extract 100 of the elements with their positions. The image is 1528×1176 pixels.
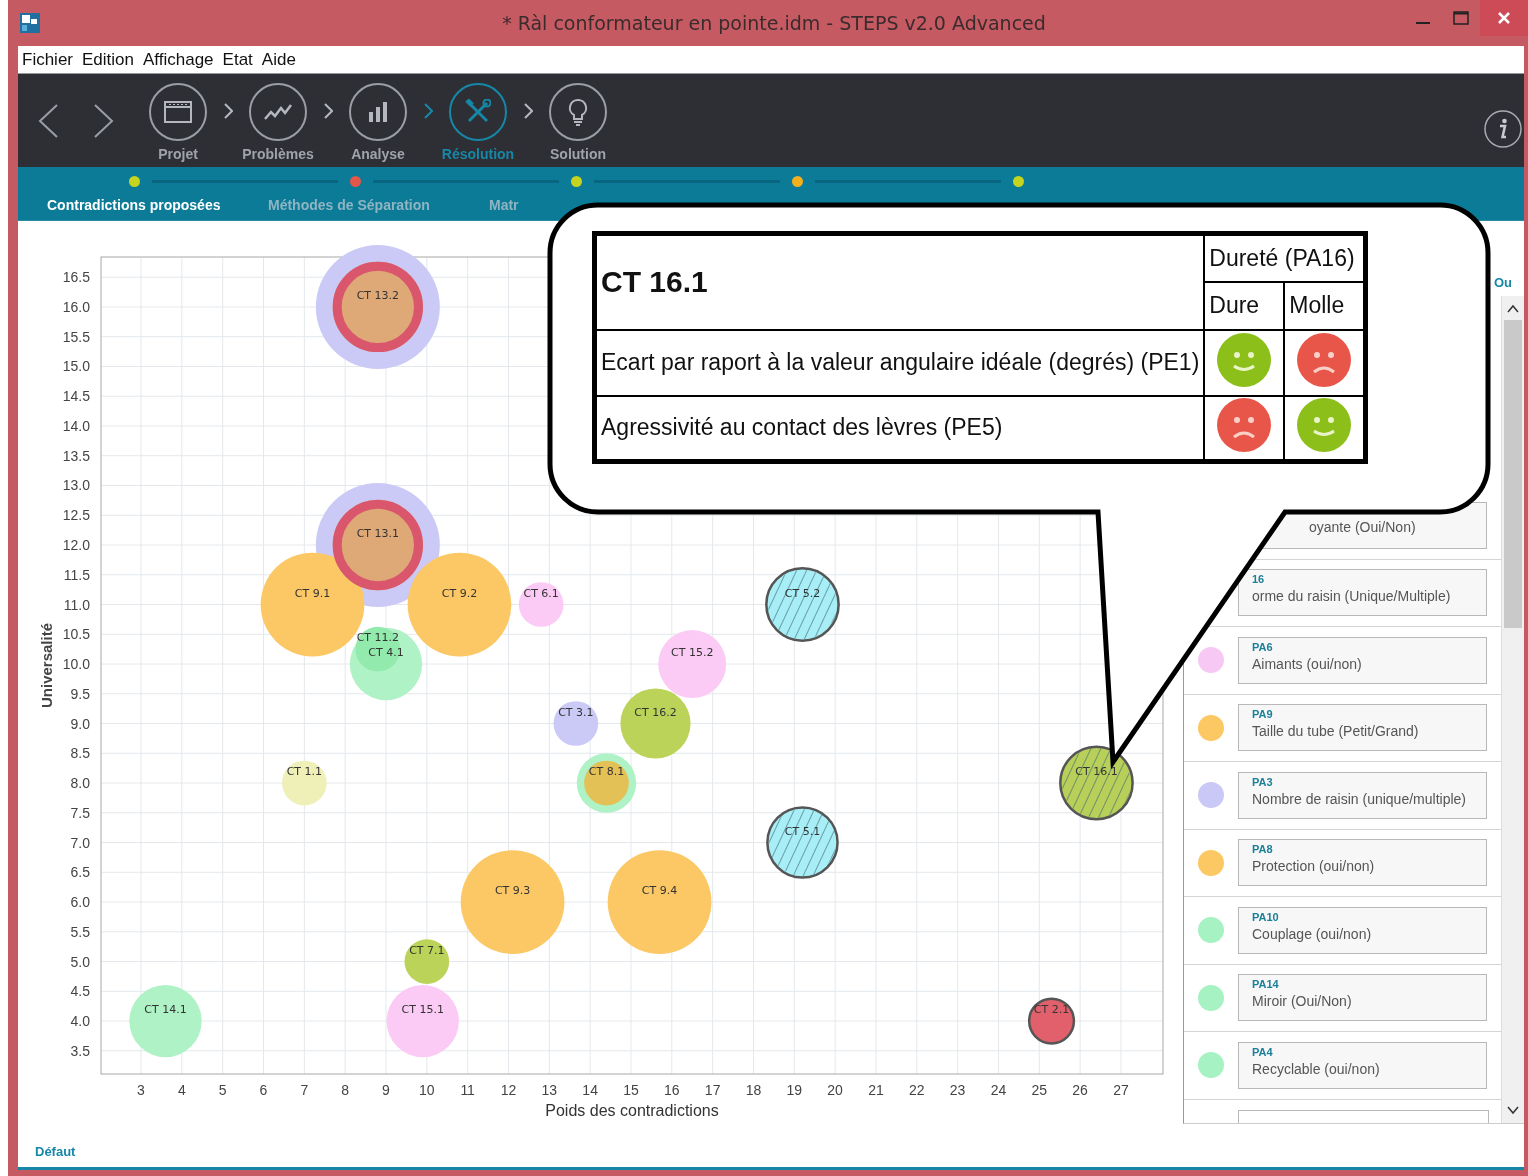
bubble[interactable] [1059,745,1134,821]
y-tick-label: 6.0 [70,893,90,910]
y-tick-label: 16.0 [62,298,90,315]
bubble-label: CT 1.1 [286,764,323,778]
x-tick-label: 17 [704,1081,721,1098]
bubble[interactable] [766,805,839,879]
bubble-label: CT 16.1 [1075,764,1118,778]
item-label: Miroir (Oui/Non) [1252,992,1353,1012]
step-label[interactable]: Projet [158,146,198,163]
x-tick-label: 12 [500,1081,517,1098]
bubble-label: CT 15.1 [401,1002,444,1016]
y-tick-label: 13.5 [62,447,90,464]
y-tick-label: 5.0 [70,953,90,970]
y-tick-label: 8.0 [70,774,90,791]
step-label[interactable]: Analyse [351,146,405,163]
list-item[interactable]: PA10 Couplage (oui/non) [1238,906,1487,954]
close-icon [1497,11,1511,25]
x-tick-label: 16 [664,1081,680,1098]
bubble-label: CT 4.1 [368,645,404,659]
y-tick-label: 15.0 [62,358,90,375]
y-tick-label: 16.5 [62,268,90,285]
item-label: Protection (oui/non) [1252,857,1376,877]
x-tick-label: 15 [623,1081,639,1098]
item-code: PA8 [1252,843,1274,857]
scrollbar[interactable] [1501,296,1524,1123]
maximize-icon [1453,10,1469,26]
step-button[interactable] [449,83,507,142]
y-tick-label: 12.5 [62,506,90,523]
y-tick-label: 14.5 [62,387,90,404]
info-icon[interactable] [1484,110,1522,149]
menu-item[interactable]: Affichage [143,49,214,70]
column-header: Ou [1493,275,1512,291]
y-tick-label: 6.5 [70,863,90,880]
x-axis-title: Poids des contradictions [545,1101,719,1119]
step-button[interactable] [349,83,407,142]
y-tick-label: 9.0 [70,715,90,732]
y-tick-label: 10.5 [62,625,90,642]
y-tick-label: 11.5 [63,566,90,583]
chevron-icon [423,103,433,120]
substep-tab[interactable]: Contradictions proposées [47,196,221,213]
bubble-label: CT 9.2 [441,586,478,600]
list-item[interactable]: PA3 Nombre de raisin (unique/multiple) [1238,771,1487,819]
item-code: PA14 [1252,978,1280,992]
list-item[interactable]: PA8 Protection (oui/non) [1238,839,1487,887]
x-tick-label: 22 [909,1081,925,1098]
step-button[interactable] [249,83,307,142]
back-icon[interactable] [37,103,59,140]
y-tick-label: 4.0 [70,1012,90,1029]
lightbulb-icon [568,98,588,127]
item-code: PA3 [1252,775,1274,789]
x-tick-label: 23 [949,1081,966,1098]
item-label: Recyclable (oui/non) [1252,1059,1381,1079]
bubble-label: CT 13.1 [356,526,400,540]
y-tick-label: 14.0 [62,417,90,434]
scroll-thumb[interactable] [1504,320,1522,629]
step-button[interactable] [149,83,207,142]
x-tick-label: 9 [382,1081,390,1098]
y-tick-label: 4.5 [70,982,90,999]
x-tick-label: 11 [460,1081,475,1098]
x-tick-label: 24 [990,1081,1007,1098]
line-chart-icon [264,103,292,122]
item-label: Nombre de raisin (unique/multiple) [1252,789,1467,809]
list-item[interactable]: PA4 Recyclable (oui/non) [1238,1041,1487,1089]
x-tick-label: 6 [259,1081,268,1098]
x-tick-label: 14 [582,1081,598,1098]
chevron-icon [323,103,333,120]
bubble[interactable] [355,626,401,672]
list-item[interactable]: PA14 Miroir (Oui/Non) [1238,974,1487,1022]
close-button[interactable] [1480,0,1528,36]
bubble-label: CT 9.4 [641,883,678,897]
step-button[interactable] [549,83,607,142]
y-tick-label: 15.5 [62,328,90,345]
menu-item[interactable]: Fichier [22,49,73,70]
x-tick-label: 3 [137,1081,145,1098]
x-tick-label: 19 [786,1081,803,1098]
item-label: Couplage (oui/non) [1252,924,1373,944]
window-icon [164,101,192,124]
chevron-icon [523,103,533,120]
x-tick-label: 7 [300,1081,309,1098]
menu-item[interactable]: Etat [222,49,253,70]
x-tick-label: 4 [177,1081,186,1098]
y-tick-label: 12.0 [62,536,90,553]
status-label: Défaut [35,1143,76,1159]
bubble-label: CT 11.2 [356,630,400,644]
bubble[interactable] [1027,997,1076,1045]
forward-icon[interactable] [93,103,115,140]
x-tick-label: 18 [745,1081,762,1098]
bubble-label: CT 14.1 [144,1002,187,1016]
item-code: PA10 [1252,910,1280,924]
bubble-label: CT 2.1 [1033,1002,1070,1016]
y-tick-label: 10.0 [62,655,90,672]
menu-item[interactable]: Edition [82,49,134,70]
y-tick-label: 13.0 [62,477,90,494]
step-label[interactable]: Problèmes [242,146,314,163]
bubble-label: CT 5.1 [784,824,821,838]
x-tick-label: 20 [827,1081,843,1098]
window-title: * Ràl conformateur en pointe.idm - STEPS v2.0 Advanced [501,12,1047,34]
y-axis-title: Universalité [38,622,55,708]
step-label[interactable]: Solution [550,146,606,163]
menu-item[interactable]: Aide [261,49,296,70]
